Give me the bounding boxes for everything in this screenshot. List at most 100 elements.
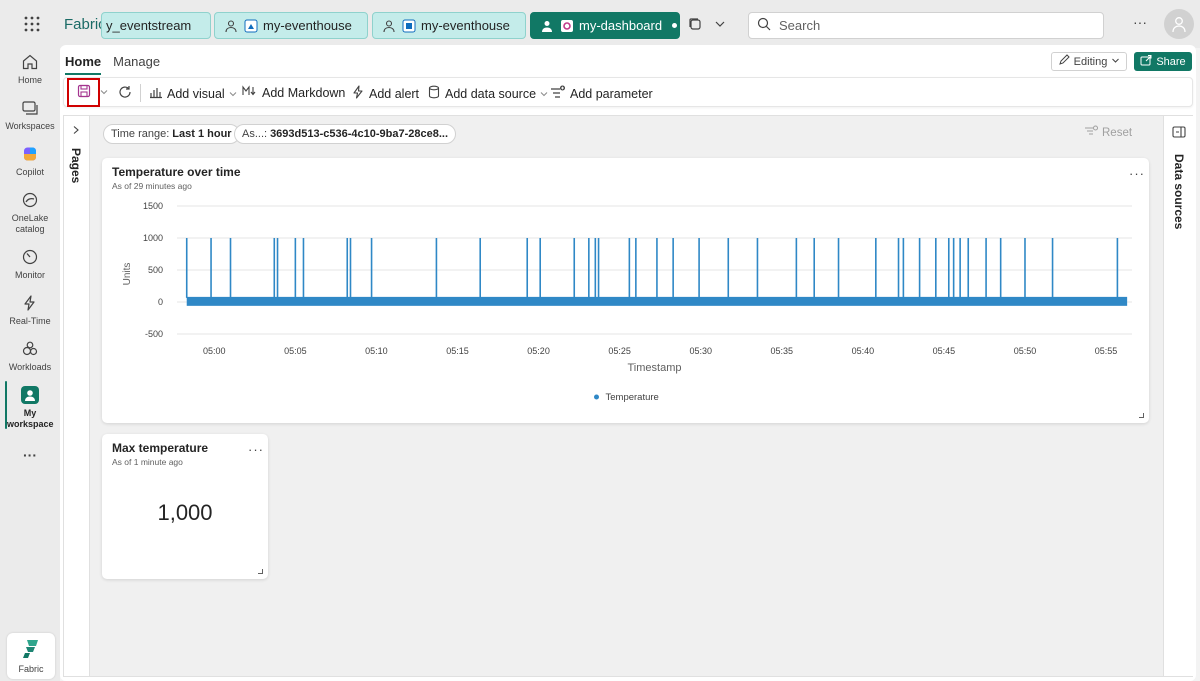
x-tick-label: 05:00	[203, 346, 226, 356]
more-options-icon[interactable]: ···	[1133, 14, 1149, 30]
max-temperature-value: 1,000	[157, 500, 213, 525]
main-panel: Home Manage Editing Share Add visual Add…	[60, 45, 1196, 681]
chevron-down-icon	[540, 87, 548, 101]
y-axis-label: Units	[122, 263, 133, 286]
pages-label: Pages	[69, 148, 83, 184]
time-range-filter[interactable]: Time range: Last 1 hour	[103, 124, 240, 144]
save-menu-chevron-icon[interactable]	[100, 88, 108, 96]
y-tick-label: 0	[158, 297, 163, 307]
time-range-label: Time range:	[111, 128, 170, 140]
fabric-logo-icon	[22, 639, 40, 661]
resize-handle-icon[interactable]	[1139, 413, 1144, 418]
tab-manage[interactable]: Manage	[113, 54, 160, 75]
workspaces-icon	[20, 98, 40, 118]
resize-handle-icon[interactable]	[258, 569, 263, 574]
parameter-value: 3693d513-c536-4c10-9ba7-28ce8...	[270, 128, 449, 140]
home-icon	[20, 52, 40, 72]
person-icon	[381, 18, 397, 34]
nav-label: Real-Time	[9, 316, 51, 326]
my-workspace-icon	[20, 385, 40, 405]
x-tick-label: 05:45	[933, 346, 956, 356]
nav-copilot[interactable]: Copilot	[0, 144, 60, 178]
left-nav: Home Workspaces Copilot OneLake catalog …	[0, 48, 60, 681]
refresh-button[interactable]	[118, 85, 132, 102]
add-alert-button[interactable]: Add alert	[351, 85, 419, 102]
add-parameter-button[interactable]: Add parameter	[550, 85, 653, 102]
add-visual-button[interactable]: Add visual	[149, 85, 237, 102]
onelake-icon	[20, 190, 40, 210]
nav-workspaces[interactable]: Workspaces	[0, 98, 60, 132]
reset-label: Reset	[1102, 126, 1133, 139]
add-markdown-button[interactable]: Add Markdown	[242, 85, 345, 100]
bar-chart-icon	[149, 85, 163, 102]
x-tick-label: 05:30	[689, 346, 712, 356]
fabric-switcher-button[interactable]: Fabric	[7, 633, 55, 679]
avatar[interactable]	[1164, 9, 1194, 39]
save-button[interactable]	[67, 78, 100, 107]
panel-toggle-icon[interactable]	[1172, 126, 1186, 141]
eventhouse-icon	[243, 18, 259, 34]
data-sources-pane[interactable]: Data sources	[1163, 116, 1193, 676]
chevron-down-icon	[1111, 56, 1120, 68]
filter-reset-icon	[1084, 125, 1098, 140]
pages-pane[interactable]: Pages	[64, 116, 90, 676]
tile-more-options-icon[interactable]: ···	[248, 442, 264, 457]
lightning-icon	[20, 293, 40, 313]
chevron-right-icon[interactable]	[71, 124, 81, 138]
data-sources-label: Data sources	[1172, 154, 1186, 230]
x-tick-label: 05:35	[771, 346, 794, 356]
add-visual-label: Add visual	[167, 86, 225, 101]
tab-my-dashboard[interactable]: my-dashboard	[530, 12, 680, 39]
series-baseline-band	[186, 296, 1128, 306]
reset-button[interactable]: Reset	[1084, 125, 1132, 140]
pencil-icon	[1058, 54, 1070, 69]
search-input[interactable]: Search	[748, 12, 1104, 39]
app-launcher-icon[interactable]	[22, 14, 42, 34]
share-button[interactable]: Share	[1134, 52, 1192, 71]
temperature-chart: 1500 1000 500 0 -500 05:00 05:05 05:10 05:15 05:2…	[122, 201, 1132, 403]
nav-home[interactable]: Home	[0, 52, 60, 86]
nav-real-time[interactable]: Real-Time	[0, 293, 60, 327]
nav-monitor[interactable]: Monitor	[0, 247, 60, 281]
add-alert-label: Add alert	[369, 86, 420, 101]
nav-label: Workspaces	[5, 121, 55, 131]
add-markdown-label: Add Markdown	[262, 85, 346, 100]
tab-eventstream[interactable]: y_eventstream	[101, 12, 211, 39]
tab-eventhouse-1[interactable]: my-eventhouse	[214, 12, 368, 39]
x-tick-label: 05:55	[1095, 346, 1118, 356]
copilot-icon	[20, 144, 40, 164]
tab-eventhouse-2[interactable]: my-eventhouse	[372, 12, 526, 39]
legend-label: Temperature	[606, 392, 659, 403]
chevron-down-icon[interactable]	[712, 16, 728, 32]
tab-home[interactable]: Home	[65, 54, 102, 75]
parameter-label: As...:	[242, 128, 268, 140]
y-tick-label: 1500	[143, 201, 163, 211]
top-bar: Fabric y_eventstream my-eventhouse my-ev…	[0, 0, 1200, 48]
x-tick-label: 05:25	[608, 346, 631, 356]
nav-label: My workspace	[7, 408, 54, 429]
nav-onelake-catalog[interactable]: OneLake catalog	[0, 190, 60, 235]
search-icon	[757, 17, 771, 34]
x-tick-label: 05:20	[527, 346, 550, 356]
add-data-source-button[interactable]: Add data source	[427, 85, 548, 102]
toolbar: Add visual Add Markdown Add alert Add da…	[63, 77, 1193, 107]
nav-workloads[interactable]: Workloads	[0, 339, 60, 373]
y-tick-label: 1000	[143, 233, 163, 243]
brand-name[interactable]: Fabric	[64, 16, 106, 33]
nav-label: Monitor	[14, 270, 45, 280]
parameter-filter[interactable]: As...: 3693d513-c536-4c10-9ba7-28ce8...	[234, 124, 457, 144]
add-data-source-label: Add data source	[445, 86, 537, 101]
nav-label: OneLake catalog	[11, 213, 49, 234]
share-label: Share	[1156, 55, 1186, 68]
x-tick-label: 05:05	[284, 346, 307, 356]
temperature-tile[interactable]: Temperature over time As of 29 minutes a…	[102, 158, 1149, 423]
refresh-icon	[118, 85, 132, 102]
kql-database-icon	[401, 18, 417, 34]
nav-my-workspace[interactable]: My workspace	[0, 385, 60, 430]
x-tick-label: 05:10	[365, 346, 388, 356]
x-tick-label: 05:50	[1014, 346, 1037, 356]
max-temperature-tile[interactable]: Max temperature As of 1 minute ago ··· 1…	[102, 434, 268, 579]
copy-icon[interactable]	[687, 16, 703, 32]
more-icon[interactable]: ···	[0, 448, 60, 462]
editing-mode-button[interactable]: Editing	[1051, 52, 1127, 71]
